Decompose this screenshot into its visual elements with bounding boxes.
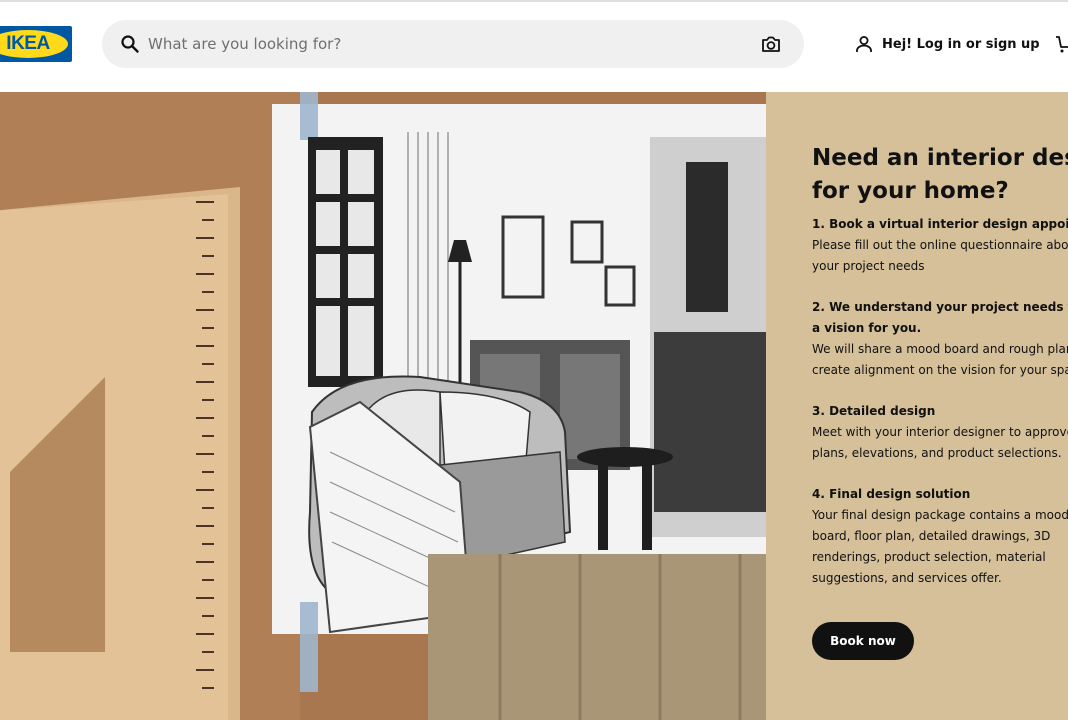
panel-title: Need an interior design for your home?	[812, 145, 1068, 204]
search-icon[interactable]	[120, 34, 140, 54]
site-header: IKEA Hej! Log in or sign up	[0, 2, 1068, 92]
ikea-logo[interactable]: IKEA	[0, 26, 72, 62]
step-title: 2. We understand your project needs to c…	[812, 300, 1068, 335]
step-title: 1. Book a virtual interior design appoin…	[812, 217, 1068, 231]
step-item: 1. Book a virtual interior design appoin…	[812, 214, 1068, 277]
logo-text: IKEA	[6, 33, 50, 54]
search-input[interactable]	[148, 20, 738, 68]
step-description: Please fill out the online questionnaire…	[812, 238, 1068, 273]
step-description: Meet with your interior designer to appr…	[812, 425, 1068, 460]
step-item: 3. Detailed design Meet with your interi…	[812, 401, 1068, 464]
step-description: We will share a mood board and rough pla…	[812, 342, 1068, 377]
step-title: 4. Final design solution	[812, 487, 971, 501]
login-label: Hej! Log in or sign up	[882, 36, 1040, 52]
search-bar[interactable]	[102, 20, 804, 68]
steps-list: 1. Book a virtual interior design appoin…	[812, 214, 1068, 609]
cart-icon[interactable]	[1054, 34, 1068, 54]
hero-image	[0, 92, 766, 720]
step-item: 4. Final design solution Your final desi…	[812, 484, 1068, 589]
design-service-panel: Need an interior design for your home? 1…	[766, 92, 1068, 720]
person-icon	[856, 36, 872, 52]
book-now-button[interactable]: Book now	[812, 622, 914, 660]
camera-icon[interactable]	[760, 34, 782, 54]
step-item: 2. We understand your project needs to c…	[812, 297, 1068, 381]
step-description: Your final design package contains a moo…	[812, 508, 1068, 585]
step-title: 3. Detailed design	[812, 404, 936, 418]
login-link[interactable]: Hej! Log in or sign up	[854, 32, 1040, 56]
